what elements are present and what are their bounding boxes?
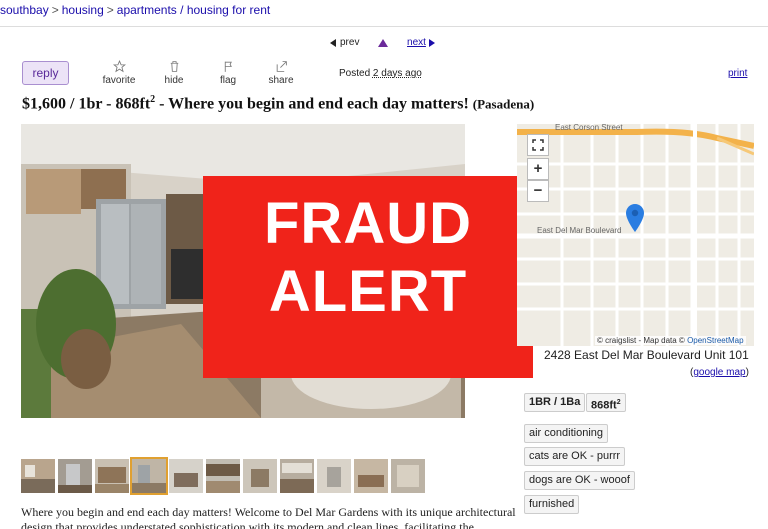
next-arrow-icon[interactable] <box>428 38 435 47</box>
favorite-label: favorite <box>102 75 136 86</box>
thumbnail-image <box>280 459 314 493</box>
thumbnail-image <box>391 459 425 493</box>
location-map[interactable]: East Corson Street East Del Mar Boulevar… <box>517 124 754 346</box>
share-label: share <box>268 75 294 86</box>
thumbnail-strip <box>21 457 425 495</box>
zoom-out-button[interactable]: − <box>527 180 549 202</box>
reply-button[interactable]: reply <box>22 61 69 85</box>
fullscreen-icon <box>532 139 544 151</box>
posted-info: Posted 2 days ago <box>339 68 422 79</box>
thumbnail-image <box>317 459 351 493</box>
fraud-alert-line2: ALERT <box>268 259 468 325</box>
title-text: - Where you begin and end each day matte… <box>155 95 469 113</box>
posted-prefix: Posted <box>339 68 371 79</box>
header-divider <box>0 26 768 27</box>
thumbnail-image <box>58 459 92 493</box>
posted-date: 2 days ago <box>372 68 422 79</box>
map-address: 2428 East Del Mar Boulevard Unit 101 <box>544 348 749 362</box>
map-attribution: © craigslist - Map data © OpenStreetMap <box>595 336 746 345</box>
thumbnail-image <box>354 459 388 493</box>
thumbnail[interactable] <box>391 459 425 493</box>
attr-br-ba: 1BR / 1Ba <box>524 393 586 412</box>
attr-furnished: furnished <box>524 495 580 514</box>
map-street-top: East Corson Street <box>555 124 623 132</box>
prev-arrow-icon[interactable] <box>330 38 336 47</box>
thumbnail[interactable] <box>317 459 351 493</box>
thumbnail[interactable] <box>58 459 92 493</box>
trash-icon <box>170 61 178 72</box>
google-map-paren-close: ) <box>745 367 749 378</box>
fraud-alert-banner: FRAUD ALERT <box>203 176 533 378</box>
thumbnail-image <box>132 459 166 493</box>
breadcrumb-sep: > <box>106 3 114 17</box>
breadcrumb-housing[interactable]: housing <box>62 3 104 17</box>
map-tiles-image <box>517 124 754 346</box>
thumbnail[interactable] <box>21 459 55 493</box>
attr-air-conditioning: air conditioning <box>524 424 608 443</box>
thumbnail[interactable] <box>280 459 314 493</box>
breadcrumb-southbay[interactable]: southbay <box>0 3 49 17</box>
favorite-button[interactable]: favorite <box>97 60 141 86</box>
attr-cats-ok: cats are OK - purrr <box>524 447 626 466</box>
fraud-alert-line1: FRAUD <box>264 191 472 256</box>
thumbnail[interactable] <box>354 459 388 493</box>
star-icon <box>112 60 126 73</box>
thumbnail[interactable] <box>243 459 277 493</box>
prev-link[interactable]: prev <box>340 37 359 48</box>
title-price-size: $1,600 / 1br - 868ft <box>22 95 151 113</box>
thumbnail-selected[interactable] <box>130 457 168 495</box>
breadcrumb-apartments[interactable]: apartments / housing for rent <box>117 3 270 17</box>
share-button[interactable]: share <box>259 60 303 86</box>
pager: prev next <box>330 37 435 48</box>
openstreetmap-link[interactable]: OpenStreetMap <box>687 336 743 345</box>
map-pin-icon[interactable] <box>626 204 644 232</box>
zoom-in-button[interactable]: + <box>527 158 549 180</box>
attr-sqft-value: 868ft <box>591 399 617 412</box>
title-location: (Pasadena) <box>472 96 535 112</box>
print-link[interactable]: print <box>728 68 747 79</box>
breadcrumb-sep: > <box>51 3 59 17</box>
breadcrumb: southbay > housing > apartments / housing fo… <box>0 3 270 17</box>
thumbnail-image <box>243 459 277 493</box>
thumbnail[interactable] <box>169 459 203 493</box>
map-attribution-text: © craigslist - Map data © <box>597 336 685 345</box>
map-street-mid: East Del Mar Boulevard <box>537 226 622 235</box>
thumbnail-image <box>206 459 240 493</box>
thumbnail-image <box>21 459 55 493</box>
thumbnail[interactable] <box>206 459 240 493</box>
share-icon <box>276 61 287 72</box>
up-arrow-icon[interactable] <box>378 38 389 47</box>
fullscreen-button[interactable] <box>527 134 549 156</box>
thumbnail[interactable] <box>95 459 129 493</box>
flag-button[interactable]: flag <box>206 60 250 86</box>
posting-body: Where you begin and end each day matters… <box>21 505 516 529</box>
flag-icon <box>224 61 232 72</box>
posting-title: $1,600 / 1br - 868ft2 - Where you begin … <box>22 94 534 113</box>
thumbnail-image <box>95 459 129 493</box>
next-link[interactable]: next <box>407 37 426 48</box>
google-map-link[interactable]: google map <box>693 367 745 378</box>
google-map-link-wrapper: (google map) <box>690 367 749 378</box>
attr-sqft-sup: 2 <box>616 399 621 406</box>
flag-label: flag <box>219 75 237 86</box>
thumbnail-image <box>169 459 203 493</box>
hide-button[interactable]: hide <box>152 60 196 86</box>
hide-label: hide <box>164 75 184 86</box>
attr-sqft: 868ft2 <box>586 393 626 412</box>
attr-dogs-ok: dogs are OK - wooof <box>524 471 635 490</box>
